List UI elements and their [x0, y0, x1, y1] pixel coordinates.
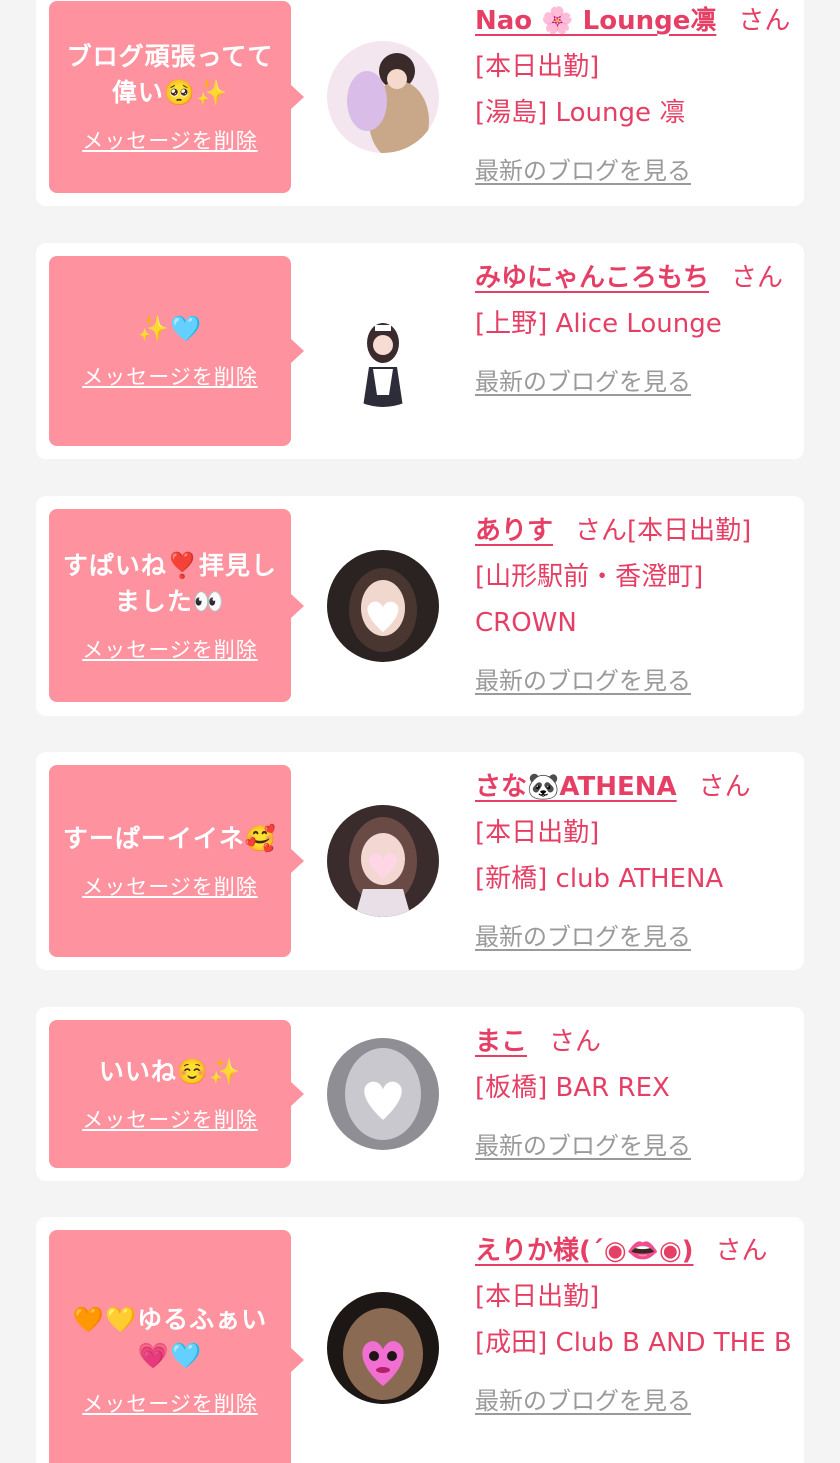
delete-message-link[interactable]: メッセージを削除: [82, 634, 258, 664]
latest-blog-link[interactable]: 最新のブログを見る: [475, 148, 793, 194]
shop-label: [上野] Alice Lounge: [475, 309, 722, 339]
honorific: さん: [738, 6, 791, 36]
avatar[interactable]: [327, 295, 439, 407]
message-bubble: すーぱーイイネ🥰 メッセージを削除: [49, 765, 304, 957]
latest-blog-link[interactable]: 最新のブログを見る: [475, 914, 793, 960]
like-card: すーぱーイイネ🥰 メッセージを削除 さな🐼ATHENA さん [本日出勤] [新橋…: [36, 752, 804, 970]
status-label: [本日出勤]: [475, 1282, 600, 1312]
honorific: さん: [575, 516, 628, 546]
status-label: [本日出勤]: [475, 818, 600, 848]
delete-message-link[interactable]: メッセージを削除: [82, 1104, 258, 1134]
like-card: 🧡💛ゆるふぁい💗🩵 メッセージを削除 えりか様(´◉👄◉) さん [本日出勤] […: [36, 1217, 804, 1463]
message-text: すーぱーイイネ🥰: [62, 824, 278, 853]
cast-info: さな🐼ATHENA さん [本日出勤] [新橋] club ATHENA 最新のブ…: [475, 764, 793, 960]
message-bubble: すぱいね❣️拝見しました👀 メッセージを削除: [49, 509, 304, 702]
delete-message-link[interactable]: メッセージを削除: [82, 1388, 258, 1418]
avatar[interactable]: [327, 1292, 439, 1404]
cast-name-link[interactable]: みゆにゃんころもち: [475, 263, 709, 293]
like-message-list: ブログ頑張ってて偉い🥺✨ メッセージを削除 Nao 🌸 Lounge凛 さん[本日…: [0, 0, 840, 1463]
status-label: [本日出勤]: [627, 516, 752, 546]
cast-name-link[interactable]: まこ: [475, 1027, 527, 1057]
like-card: ブログ頑張ってて偉い🥺✨ メッセージを削除 Nao 🌸 Lounge凛 さん [本日…: [36, 0, 804, 206]
shop-label: [板橋] BAR REX: [475, 1073, 670, 1103]
cast-name-link[interactable]: ありす: [475, 516, 553, 546]
cast-name-link[interactable]: えりか様(´◉👄◉): [475, 1236, 694, 1266]
message-bubble: ✨🩵 メッセージを削除: [49, 256, 304, 446]
message-text: すぱいね❣️拝見しました👀: [62, 550, 278, 616]
message-bubble: 🧡💛ゆるふぁい💗🩵 メッセージを削除: [49, 1230, 304, 1463]
latest-blog-link[interactable]: 最新のブログを見る: [475, 1123, 793, 1169]
cast-name-link[interactable]: さな🐼ATHENA: [475, 772, 677, 802]
message-text: ブログ頑張ってて偉い🥺✨: [66, 42, 274, 107]
like-card: すぱいね❣️拝見しました👀 メッセージを削除 ありす さん[本日出勤] [山形駅前…: [36, 496, 804, 716]
cast-info: えりか様(´◉👄◉) さん [本日出勤] [成田] Club B AND THE …: [475, 1228, 793, 1424]
avatar[interactable]: [327, 41, 439, 153]
cast-info: ありす さん[本日出勤] [山形駅前・香澄町] CROWN 最新のブログを見る: [475, 508, 793, 704]
latest-blog-link[interactable]: 最新のブログを見る: [475, 658, 793, 704]
shop-label: [山形駅前・香澄町] CROWN: [475, 562, 704, 638]
message-bubble: いいね☺️✨ メッセージを削除: [49, 1020, 304, 1168]
delete-message-link[interactable]: メッセージを削除: [82, 361, 258, 391]
cast-name-link[interactable]: Nao 🌸 Lounge凛: [475, 6, 716, 36]
avatar[interactable]: [327, 550, 439, 662]
latest-blog-link[interactable]: 最新のブログを見る: [475, 1378, 793, 1424]
honorific: さん: [549, 1027, 602, 1057]
like-card: ✨🩵 メッセージを削除 みゆにゃんころもち さん [上野] Alice Loung…: [36, 243, 804, 459]
honorific: さん: [698, 772, 751, 802]
delete-message-link[interactable]: メッセージを削除: [82, 125, 258, 155]
like-card: いいね☺️✨ メッセージを削除 まこ さん [板橋] BAR REX 最新のブログ…: [36, 1007, 804, 1181]
delete-message-link[interactable]: メッセージを削除: [82, 871, 258, 901]
cast-info: Nao 🌸 Lounge凛 さん [本日出勤] [湯島] Lounge 凛 最新のブ…: [475, 0, 793, 194]
honorific: さん: [715, 1236, 768, 1266]
shop-label: [湯島] Lounge 凛: [475, 98, 686, 128]
avatar[interactable]: [327, 1038, 439, 1150]
latest-blog-link[interactable]: 最新のブログを見る: [475, 359, 793, 405]
avatar[interactable]: [327, 805, 439, 917]
status-label: [本日出勤]: [475, 52, 600, 82]
honorific: さん: [731, 263, 784, 293]
cast-info: まこ さん [板橋] BAR REX 最新のブログを見る: [475, 1019, 793, 1169]
message-text: ✨🩵: [137, 314, 203, 343]
cast-info: みゆにゃんころもち さん [上野] Alice Lounge 最新のブログを見る: [475, 255, 793, 405]
message-text: いいね☺️✨: [98, 1057, 242, 1086]
message-bubble: ブログ頑張ってて偉い🥺✨ メッセージを削除: [49, 1, 304, 193]
message-text: 🧡💛ゆるふぁい💗🩵: [72, 1305, 268, 1370]
shop-label: [成田] Club B AND THE B: [475, 1328, 792, 1358]
shop-label: [新橋] club ATHENA: [475, 864, 724, 894]
